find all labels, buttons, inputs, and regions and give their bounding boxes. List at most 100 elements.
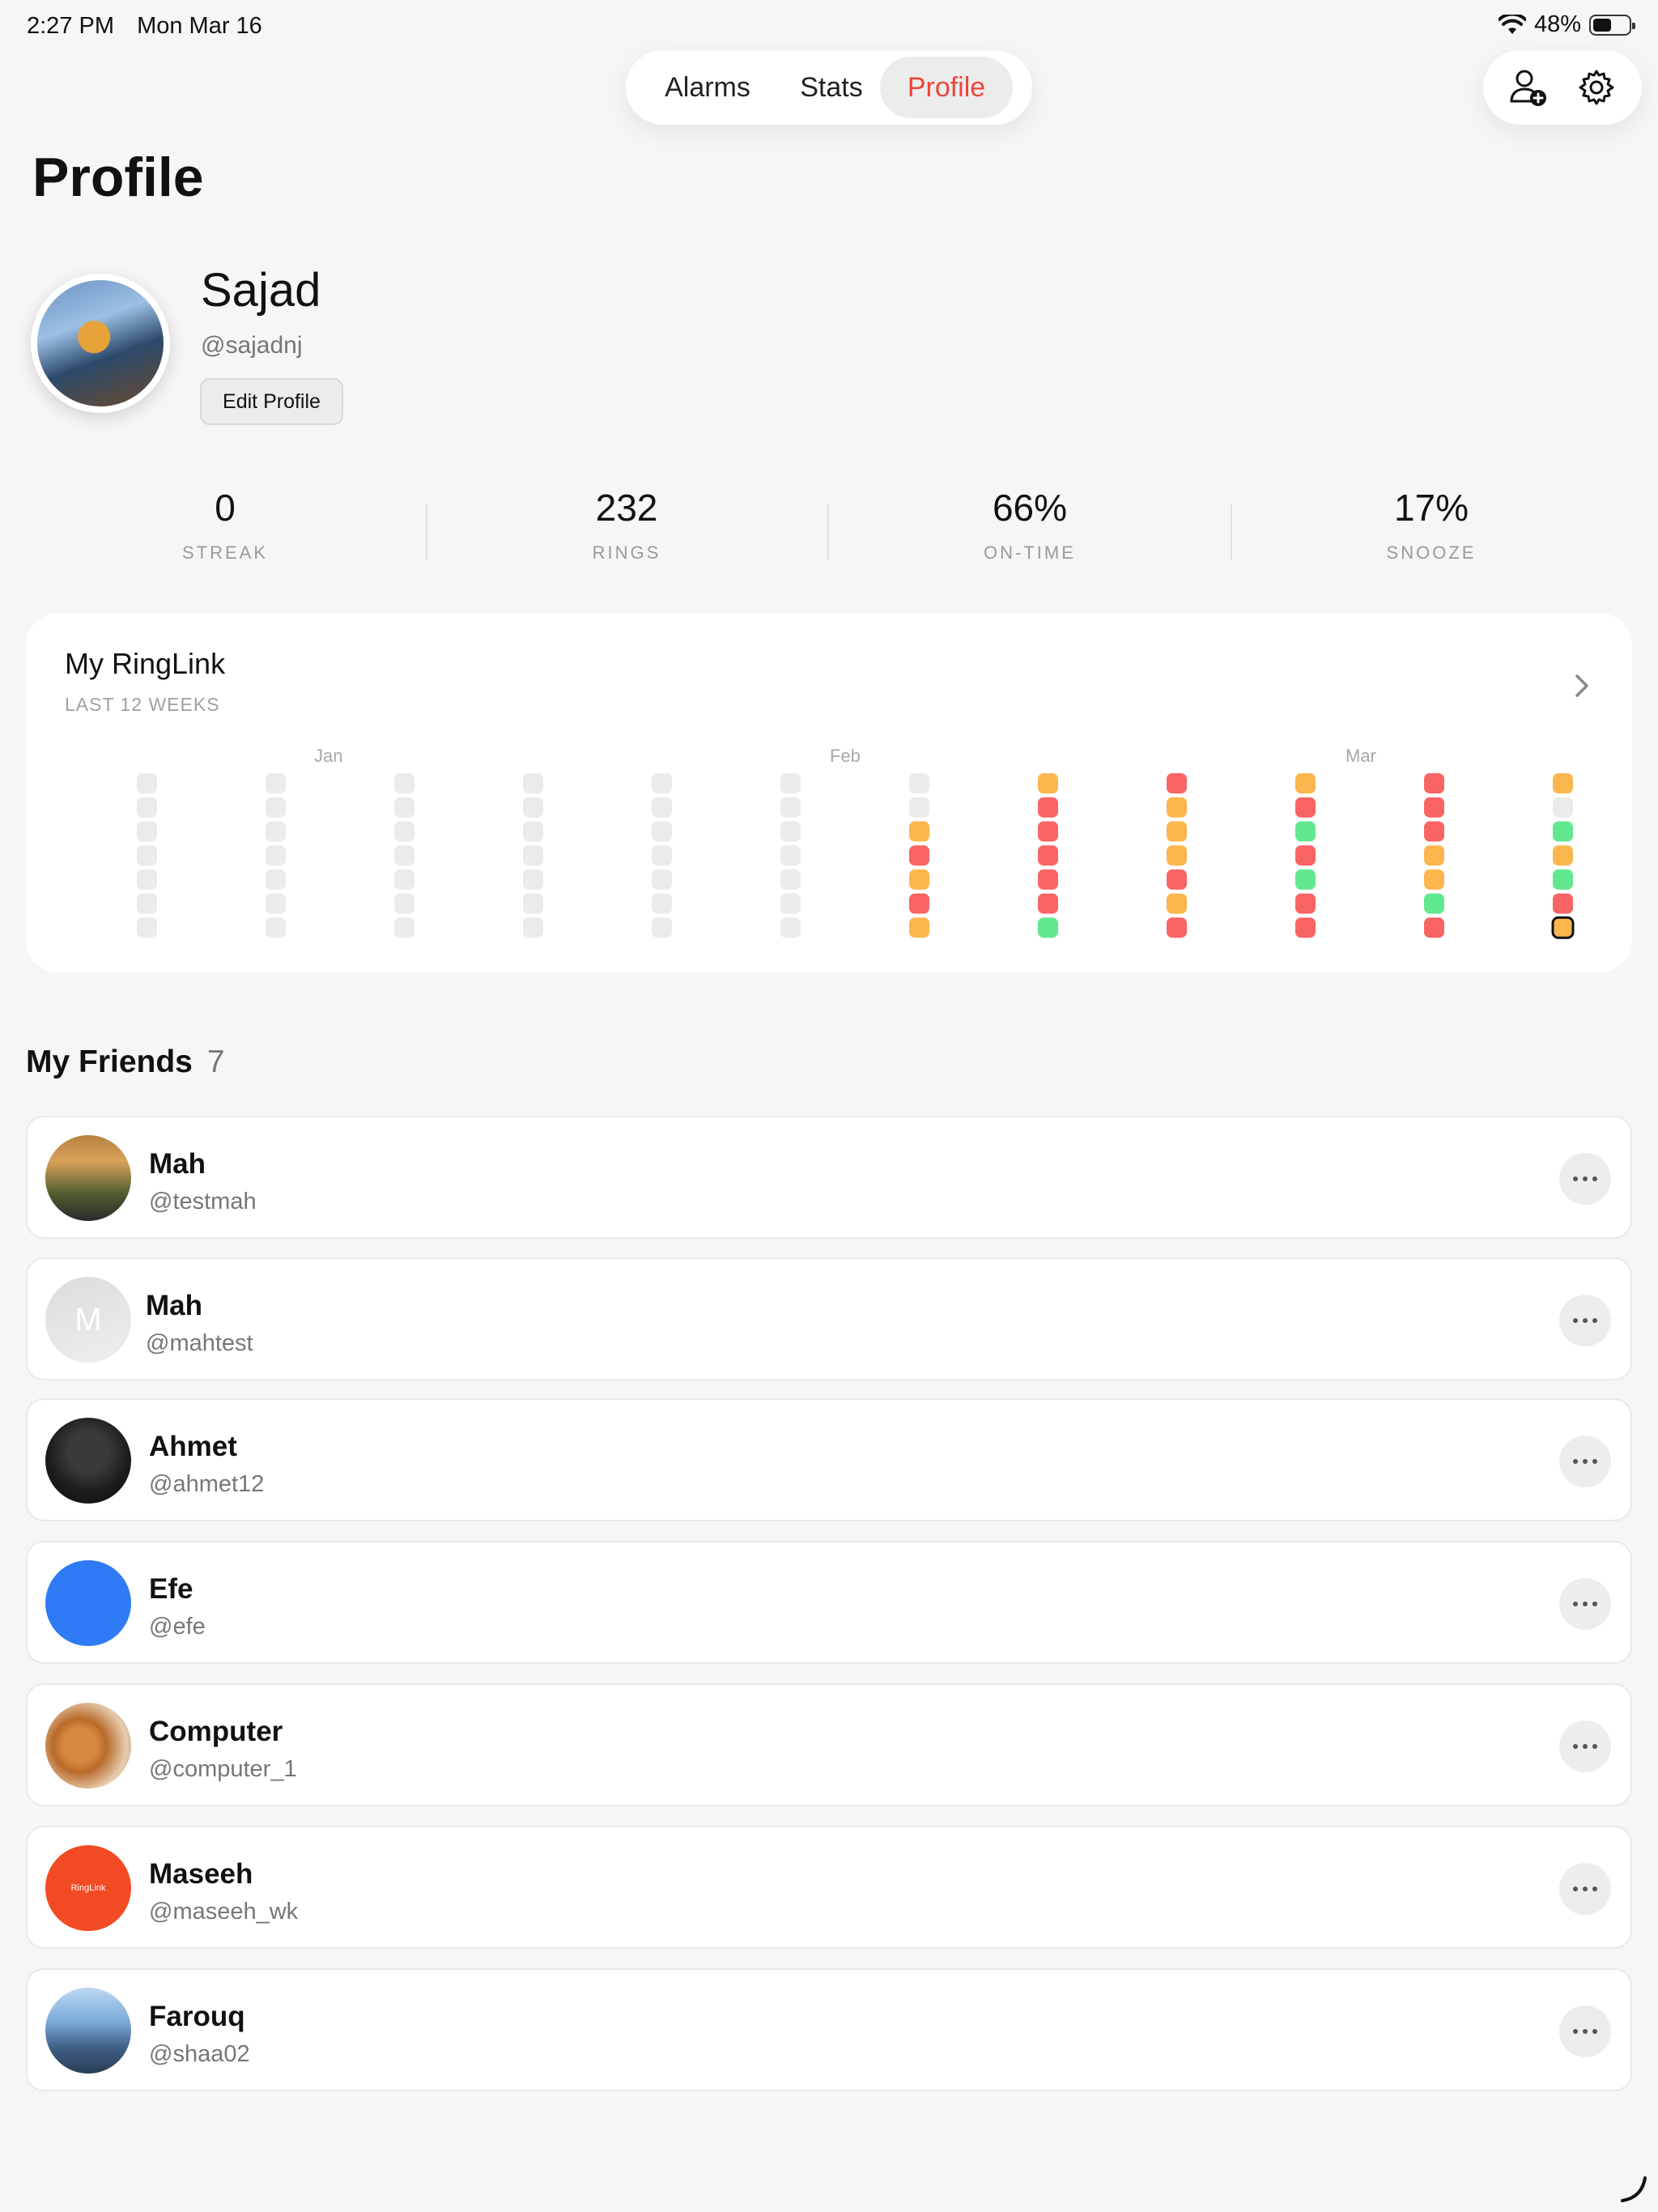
friend-more-button[interactable] bbox=[1559, 1578, 1611, 1630]
ringlink-day-cell bbox=[1424, 917, 1444, 938]
tab-profile[interactable]: Profile bbox=[880, 57, 1013, 118]
ringlink-day-cell bbox=[1038, 797, 1058, 818]
ellipsis-icon bbox=[1592, 1459, 1597, 1464]
ringlink-day-cell bbox=[266, 893, 286, 914]
ringlink-day-cell bbox=[1424, 797, 1444, 818]
ringlink-day-cell bbox=[652, 845, 672, 866]
ringlink-day-cell bbox=[909, 773, 929, 793]
wifi-icon bbox=[1498, 14, 1526, 34]
ringlink-day-cell bbox=[1551, 916, 1575, 939]
friends-heading: My Friends 7 bbox=[26, 1044, 225, 1080]
ringlink-day-cell bbox=[1295, 773, 1316, 793]
friend-row[interactable]: RingLink Maseeh @maseeh_wk bbox=[26, 1826, 1632, 1949]
toolbar-actions bbox=[1483, 50, 1642, 125]
status-datetime: 2:27 PM Mon Mar 16 bbox=[27, 13, 278, 40]
friend-row[interactable]: Efe @efe bbox=[26, 1541, 1632, 1664]
friend-handle: @testmah bbox=[149, 1189, 257, 1214]
ringlink-day-cell bbox=[1295, 845, 1316, 866]
stat-value: 66% bbox=[992, 487, 1068, 529]
settings-button[interactable] bbox=[1572, 63, 1621, 112]
ellipsis-icon bbox=[1573, 1176, 1578, 1181]
ringlink-day-cell bbox=[1553, 821, 1573, 842]
gear-icon bbox=[1579, 70, 1614, 105]
ringlink-day-cell bbox=[523, 917, 543, 938]
ringlink-day-cell bbox=[909, 917, 929, 938]
tab-bar: Alarms Stats Profile bbox=[626, 50, 1032, 125]
ringlink-grid bbox=[137, 773, 1575, 939]
ellipsis-icon bbox=[1583, 1176, 1588, 1181]
stat-label: RINGS bbox=[592, 542, 661, 563]
ellipsis-icon bbox=[1583, 1318, 1588, 1323]
ringlink-day-cell bbox=[1424, 893, 1444, 914]
ringlink-day-cell bbox=[137, 845, 157, 866]
friend-handle: @maseeh_wk bbox=[149, 1899, 299, 1925]
friend-more-button[interactable] bbox=[1559, 1153, 1611, 1205]
ringlink-day-cell bbox=[266, 773, 286, 793]
friend-handle: @computer_1 bbox=[149, 1756, 297, 1782]
ringlink-day-cell bbox=[137, 869, 157, 890]
friend-name: Computer bbox=[149, 1716, 283, 1747]
scroll-indicator-icon bbox=[1621, 2176, 1647, 2202]
ringlink-card[interactable]: My RingLink LAST 12 WEEKS Jan Feb Mar bbox=[26, 613, 1632, 972]
ringlink-day-cell bbox=[137, 893, 157, 914]
ellipsis-icon bbox=[1583, 1602, 1588, 1606]
ringlink-day-cell bbox=[652, 869, 672, 890]
ringlink-day-cell bbox=[780, 845, 801, 866]
friend-avatar bbox=[45, 1703, 131, 1789]
stat-snooze: 17% SNOOZE bbox=[1310, 486, 1553, 564]
friend-row[interactable]: Mah @testmah bbox=[26, 1116, 1632, 1239]
ringlink-day-cell bbox=[652, 917, 672, 938]
friend-more-button[interactable] bbox=[1559, 2006, 1611, 2057]
ringlink-day-cell bbox=[1295, 797, 1316, 818]
ellipsis-icon bbox=[1592, 1318, 1597, 1323]
tab-alarms[interactable]: Alarms bbox=[632, 57, 783, 118]
friend-row[interactable]: M Mah @mahtest bbox=[26, 1257, 1632, 1380]
ringlink-day-cell bbox=[1038, 845, 1058, 866]
status-date: Mon Mar 16 bbox=[137, 13, 262, 39]
ringlink-day-cell bbox=[909, 893, 929, 914]
ringlink-day-cell bbox=[1553, 773, 1573, 793]
stat-value: 17% bbox=[1393, 487, 1469, 529]
friend-handle: @efe bbox=[149, 1614, 206, 1640]
profile-photo bbox=[37, 280, 164, 406]
stat-divider bbox=[426, 504, 427, 560]
ringlink-day-cell bbox=[1167, 821, 1187, 842]
ringlink-day-cell bbox=[266, 845, 286, 866]
add-friend-button[interactable] bbox=[1504, 63, 1553, 112]
ringlink-day-cell bbox=[1038, 773, 1058, 793]
status-indicators: 48% bbox=[1498, 11, 1635, 38]
ellipsis-icon bbox=[1573, 2029, 1578, 2034]
tab-stats[interactable]: Stats bbox=[783, 57, 880, 118]
ringlink-day-cell bbox=[394, 917, 414, 938]
friend-row[interactable]: Ahmet @ahmet12 bbox=[26, 1398, 1632, 1521]
friend-more-button[interactable] bbox=[1559, 1295, 1611, 1346]
ringlink-day-cell bbox=[394, 893, 414, 914]
ringlink-day-cell bbox=[1295, 893, 1316, 914]
ringlink-day-cell bbox=[266, 797, 286, 818]
stats-row: 0 STREAK 232 RINGS 66% ON-TIME 17% SNOOZ… bbox=[0, 486, 1658, 583]
ringlink-day-cell bbox=[1167, 893, 1187, 914]
ringlink-day-cell bbox=[1553, 797, 1573, 818]
edit-profile-button[interactable]: Edit Profile bbox=[200, 378, 343, 425]
profile-avatar[interactable] bbox=[31, 274, 170, 413]
ringlink-day-cell bbox=[266, 869, 286, 890]
friend-row[interactable]: Farouq @shaa02 bbox=[26, 1968, 1632, 2091]
ellipsis-icon bbox=[1573, 1887, 1578, 1891]
ringlink-day-cell bbox=[909, 821, 929, 842]
ringlink-day-cell bbox=[909, 797, 929, 818]
stat-label: SNOOZE bbox=[1386, 542, 1477, 563]
ringlink-day-cell bbox=[780, 917, 801, 938]
friend-avatar bbox=[45, 1560, 131, 1646]
friend-name: Mah bbox=[149, 1148, 206, 1180]
friend-row[interactable]: Computer @computer_1 bbox=[26, 1683, 1632, 1806]
friend-more-button[interactable] bbox=[1559, 1721, 1611, 1772]
friend-more-button[interactable] bbox=[1559, 1863, 1611, 1915]
ringlink-day-cell bbox=[1167, 917, 1187, 938]
ellipsis-icon bbox=[1573, 1318, 1578, 1323]
ringlink-day-cell bbox=[523, 821, 543, 842]
friend-handle: @mahtest bbox=[146, 1330, 253, 1356]
ringlink-day-cell bbox=[137, 917, 157, 938]
ellipsis-icon bbox=[1592, 1602, 1597, 1606]
friend-more-button[interactable] bbox=[1559, 1436, 1611, 1487]
friend-name: Mah bbox=[146, 1290, 202, 1321]
